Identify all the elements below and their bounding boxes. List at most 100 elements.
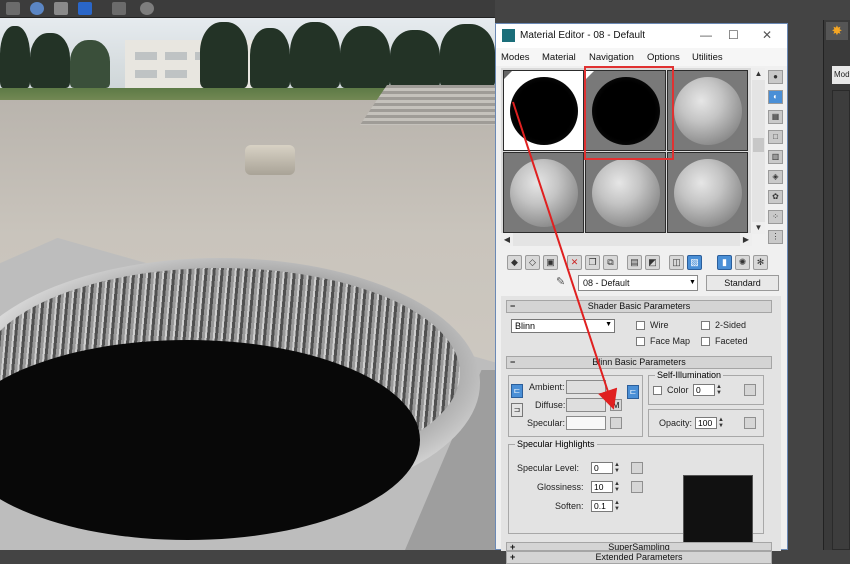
material-name-field[interactable]: 08 - Default	[578, 275, 698, 291]
material-name-dropdown-arrow[interactable]: ▼	[689, 275, 698, 291]
lock-ambient-diffuse-icon[interactable]: ⊏	[511, 384, 523, 398]
specular-level-spinner[interactable]: ▲ ▼	[613, 462, 621, 474]
select-by-material-icon[interactable]: ⁘	[768, 210, 783, 224]
specular-level-field[interactable]: 0	[591, 462, 613, 474]
scroll-down-arrow[interactable]: ▼	[752, 222, 765, 234]
scroll-up-arrow[interactable]: ▲	[752, 68, 765, 80]
background-checker-icon[interactable]: ▦	[768, 110, 783, 124]
material-toolbar: ◆ ◇ ▣ ✕ ❐ ⧉ ▤ ◩ ◫ ▧ ▮ ✺ ✻	[501, 253, 781, 273]
sample-slot-3[interactable]	[667, 70, 748, 151]
two-sided-checkbox[interactable]	[701, 321, 710, 330]
go-forward-to-sibling-icon[interactable]: ✺	[735, 255, 750, 270]
specular-highlight-curve	[683, 475, 753, 548]
rollout-toggle: −	[510, 301, 516, 311]
soften-spinner[interactable]: ▲ ▼	[613, 500, 621, 512]
self-illum-value-field[interactable]: 0	[693, 384, 715, 396]
eyedropper-icon[interactable]: ✎	[556, 275, 574, 291]
sample-uv-icon[interactable]: □	[768, 130, 783, 144]
tree	[290, 22, 340, 88]
wire-label: Wire	[650, 320, 669, 330]
sample-slot-1[interactable]	[503, 70, 584, 151]
wire-checkbox[interactable]	[636, 321, 645, 330]
toolbar-button[interactable]	[54, 2, 68, 15]
menu-modes[interactable]: Modes	[501, 52, 530, 63]
minimize-button[interactable]: —	[700, 28, 712, 42]
rollout-extended-header[interactable]: + Extended Parameters	[506, 551, 772, 564]
help-icon[interactable]	[140, 2, 154, 15]
sample-slot-4[interactable]	[503, 152, 584, 233]
toolbar-button[interactable]	[78, 2, 92, 15]
slots-vertical-scrollbar[interactable]: ▲ ▼	[752, 68, 765, 234]
toolbar-button[interactable]	[6, 2, 20, 15]
show-end-result-icon[interactable]: ▧	[687, 255, 702, 270]
specular-label: Specular:	[527, 418, 566, 428]
window-titlebar[interactable]: Material Editor - 08 - Default — ☐ ✕	[496, 24, 787, 48]
self-illum-color-checkbox[interactable]	[653, 386, 662, 395]
scroll-thumb[interactable]	[753, 138, 764, 152]
video-color-check-icon[interactable]: ▥	[768, 150, 783, 164]
opacity-map-button[interactable]	[744, 417, 756, 429]
create-tab-icon[interactable]: ✸	[826, 22, 848, 40]
glossiness-field[interactable]: 10	[591, 481, 613, 493]
material-id-channel-icon[interactable]: ◩	[645, 255, 660, 270]
diffuse-color-swatch[interactable]	[566, 398, 606, 412]
faceted-checkbox[interactable]	[701, 337, 710, 346]
modifier-stack[interactable]	[832, 90, 850, 550]
diffuse-map-button[interactable]: M	[610, 399, 622, 411]
specular-map-button[interactable]	[610, 417, 622, 429]
copy-material-icon[interactable]: ❐	[585, 255, 600, 270]
toolbar-button[interactable]	[112, 2, 126, 15]
sample-sphere	[592, 159, 660, 227]
put-to-scene-icon[interactable]: ◇	[525, 255, 540, 270]
make-unique-icon[interactable]: ⧉	[603, 255, 618, 270]
slots-horizontal-scrollbar[interactable]: ◀ ▶	[501, 233, 752, 246]
show-shaded-material-icon[interactable]: ◫	[669, 255, 684, 270]
toolbar-button[interactable]	[30, 2, 44, 15]
self-illum-spinner[interactable]: ▲ ▼	[715, 384, 723, 396]
sample-sphere	[674, 77, 742, 145]
soften-field[interactable]: 0.1	[591, 500, 613, 512]
face-map-checkbox[interactable]	[636, 337, 645, 346]
put-to-library-icon[interactable]: ▤	[627, 255, 642, 270]
sample-slot-5[interactable]	[585, 152, 666, 233]
get-material-icon[interactable]: ◆	[507, 255, 522, 270]
go-to-parent-icon[interactable]: ▮	[717, 255, 732, 270]
material-editor-window[interactable]: Material Editor - 08 - Default — ☐ ✕ Mod…	[495, 23, 788, 564]
self-illum-map-button[interactable]	[744, 384, 756, 396]
menu-utilities[interactable]: Utilities	[692, 52, 723, 63]
ambient-color-swatch[interactable]	[566, 380, 606, 394]
maximize-button[interactable]: ☐	[728, 28, 739, 42]
menu-options[interactable]: Options	[647, 52, 680, 63]
close-button[interactable]: ✕	[762, 28, 772, 42]
scroll-left-arrow[interactable]: ◀	[501, 233, 513, 246]
material-name-row: ✎ 08 - Default ▼ Standard	[556, 275, 781, 291]
material-navigator-icon[interactable]: ⋮	[768, 230, 783, 244]
rollout-blinn-basic-header[interactable]: − Blinn Basic Parameters	[506, 356, 772, 369]
glossiness-spinner[interactable]: ▲ ▼	[613, 481, 621, 493]
soften-label: Soften:	[555, 501, 584, 511]
specular-level-map-button[interactable]	[631, 462, 643, 474]
menu-navigation[interactable]: Navigation	[589, 52, 634, 63]
rollout-shader-basic-header[interactable]: − Shader Basic Parameters	[506, 300, 772, 313]
scroll-right-arrow[interactable]: ▶	[740, 233, 752, 246]
specular-color-swatch[interactable]	[566, 416, 606, 430]
shader-type-dropdown[interactable]: Blinn ▼	[511, 319, 615, 333]
pick-material-icon[interactable]: ✻	[753, 255, 768, 270]
make-preview-icon[interactable]: ◈	[768, 170, 783, 184]
opacity-value-field[interactable]: 100	[695, 417, 717, 429]
assign-to-selection-icon[interactable]: ▣	[543, 255, 558, 270]
viewport-3d[interactable]	[0, 0, 495, 550]
reset-map-icon[interactable]: ✕	[567, 255, 582, 270]
sample-slot-6[interactable]	[667, 152, 748, 233]
lock-diffuse-specular-icon[interactable]: ⊐	[511, 403, 523, 417]
tree	[0, 26, 30, 88]
glossiness-map-button[interactable]	[631, 481, 643, 493]
menu-material[interactable]: Material	[542, 52, 576, 63]
sample-type-icon[interactable]: ●	[768, 70, 783, 84]
options-icon[interactable]: ✿	[768, 190, 783, 204]
modifier-list-field[interactable]: Modc	[832, 66, 850, 84]
ambient-lock-map-icon[interactable]: ⊏	[627, 385, 639, 399]
material-type-button[interactable]: Standard	[706, 275, 779, 291]
backlight-icon[interactable]: ◐	[768, 90, 783, 104]
opacity-spinner[interactable]: ▲ ▼	[717, 417, 725, 429]
